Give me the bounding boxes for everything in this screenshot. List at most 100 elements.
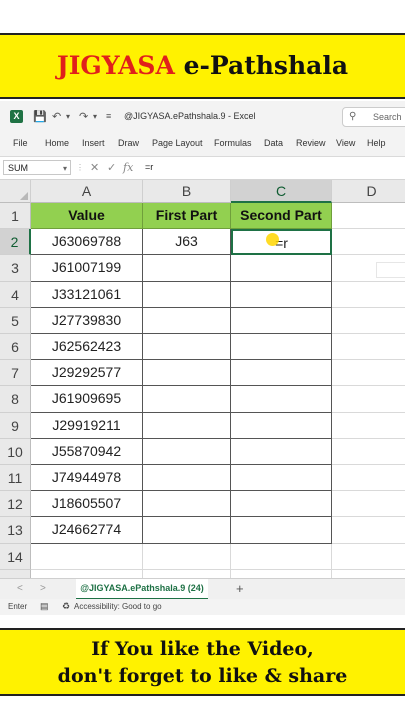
add-sheet-button[interactable]: + bbox=[236, 581, 244, 596]
cell-d3[interactable] bbox=[332, 255, 405, 282]
sheet-tab-active[interactable]: @JIGYASA.ePathshala.9 (24) bbox=[76, 579, 208, 600]
cell-d1[interactable] bbox=[332, 203, 405, 230]
cell-b10[interactable] bbox=[143, 438, 231, 465]
cell-a1[interactable]: Value bbox=[31, 203, 143, 230]
cell-a8[interactable]: J61909695 bbox=[31, 386, 143, 413]
row-header-13[interactable]: 13 bbox=[0, 517, 31, 544]
cell-b7[interactable] bbox=[143, 360, 231, 387]
cell-b2[interactable]: J63 bbox=[143, 229, 231, 256]
cell-c8[interactable] bbox=[231, 386, 332, 413]
cell-c5[interactable] bbox=[231, 307, 332, 334]
cell-d2[interactable] bbox=[332, 229, 405, 256]
customize-toolbar-icon[interactable]: ≡ bbox=[106, 111, 111, 121]
cell-c7[interactable] bbox=[231, 360, 332, 387]
cell-d7[interactable] bbox=[332, 360, 405, 387]
cell-a2[interactable]: J63069788 bbox=[31, 229, 143, 256]
accessibility-status[interactable]: Accessibility: Good to go bbox=[74, 602, 162, 611]
cell-d14[interactable] bbox=[332, 544, 405, 570]
tab-draw[interactable]: Draw bbox=[118, 138, 139, 148]
save-icon[interactable]: 💾 bbox=[33, 110, 47, 123]
row-header-6[interactable]: 6 bbox=[0, 334, 31, 361]
cell-b9[interactable] bbox=[143, 412, 231, 439]
cell-d8[interactable] bbox=[332, 386, 405, 413]
cell-a14[interactable] bbox=[31, 543, 143, 570]
select-all-corner[interactable] bbox=[0, 180, 31, 203]
insert-function-icon[interactable]: fx bbox=[123, 161, 133, 174]
cell-b1[interactable]: First Part bbox=[143, 203, 231, 230]
sheet-prev-icon[interactable]: < bbox=[17, 583, 23, 594]
tab-insert[interactable]: Insert bbox=[82, 138, 105, 148]
cancel-icon[interactable]: ✕ bbox=[90, 161, 99, 174]
cell-b13[interactable] bbox=[143, 517, 231, 544]
tab-data[interactable]: Data bbox=[264, 138, 283, 148]
cell-b4[interactable] bbox=[143, 281, 231, 308]
cell-d15[interactable] bbox=[332, 570, 405, 578]
row-header-4[interactable]: 4 bbox=[0, 281, 31, 308]
cell-b5[interactable] bbox=[143, 307, 231, 334]
undo-icon[interactable]: ↶ bbox=[52, 110, 61, 123]
row-header-8[interactable]: 8 bbox=[0, 386, 31, 413]
cell-c2[interactable]: =r bbox=[231, 229, 332, 256]
cell-a7[interactable]: J29292577 bbox=[31, 360, 143, 387]
cell-b6[interactable] bbox=[143, 334, 231, 361]
cell-c12[interactable] bbox=[231, 491, 332, 518]
cell-d12[interactable] bbox=[332, 491, 405, 518]
cell-d4[interactable] bbox=[332, 282, 405, 308]
cell-b8[interactable] bbox=[143, 386, 231, 413]
cell-a11[interactable]: J74944978 bbox=[31, 465, 143, 492]
tab-page-layout[interactable]: Page Layout bbox=[152, 138, 203, 148]
cell-c14[interactable] bbox=[231, 543, 332, 570]
cell-b11[interactable] bbox=[143, 465, 231, 492]
cell-a5[interactable]: J27739830 bbox=[31, 307, 143, 334]
row-header-2[interactable]: 2 bbox=[0, 229, 31, 256]
cell-a3[interactable]: J61007199 bbox=[31, 255, 143, 282]
cell-b15[interactable] bbox=[143, 569, 231, 578]
cell-a9[interactable]: J29919211 bbox=[31, 412, 143, 439]
row-header-12[interactable]: 12 bbox=[0, 491, 31, 518]
cell-c10[interactable] bbox=[231, 438, 332, 465]
cell-b3[interactable] bbox=[143, 255, 231, 282]
cell-a15[interactable] bbox=[31, 569, 143, 578]
redo-dropdown-icon[interactable]: ▾ bbox=[93, 112, 97, 121]
cell-a12[interactable]: J18605507 bbox=[31, 491, 143, 518]
tab-formulas[interactable]: Formulas bbox=[214, 138, 252, 148]
row-header-11[interactable]: 11 bbox=[0, 465, 31, 492]
column-header-d[interactable]: D bbox=[332, 180, 405, 203]
cell-c9[interactable] bbox=[231, 412, 332, 439]
search-box[interactable]: ⚲ Search bbox=[342, 107, 405, 127]
formula-input[interactable]: =r bbox=[145, 162, 153, 172]
row-header-7[interactable]: 7 bbox=[0, 360, 31, 387]
cell-b12[interactable] bbox=[143, 491, 231, 518]
tab-home[interactable]: Home bbox=[45, 138, 69, 148]
tab-file[interactable]: File bbox=[13, 138, 28, 148]
chevron-down-icon[interactable]: ▾ bbox=[63, 161, 67, 176]
redo-icon[interactable]: ↷ bbox=[79, 110, 88, 123]
row-header-10[interactable]: 10 bbox=[0, 438, 31, 465]
column-header-c[interactable]: C bbox=[231, 180, 332, 203]
cell-b14[interactable] bbox=[143, 543, 231, 570]
column-header-b[interactable]: B bbox=[143, 180, 231, 203]
column-header-a[interactable]: A bbox=[31, 180, 143, 203]
cell-d5[interactable] bbox=[332, 308, 405, 334]
row-header-15[interactable]: 15 bbox=[0, 569, 31, 578]
cell-a13[interactable]: J24662774 bbox=[31, 517, 143, 544]
row-header-5[interactable]: 5 bbox=[0, 307, 31, 334]
undo-dropdown-icon[interactable]: ▾ bbox=[66, 112, 70, 121]
cell-a10[interactable]: J55870942 bbox=[31, 438, 143, 465]
macro-record-icon[interactable]: ▤ bbox=[40, 601, 49, 612]
cell-c4[interactable] bbox=[231, 281, 332, 308]
cell-c3[interactable] bbox=[231, 255, 332, 282]
name-box[interactable]: SUM ▾ bbox=[3, 160, 71, 175]
row-header-9[interactable]: 9 bbox=[0, 412, 31, 439]
cell-d13[interactable] bbox=[332, 517, 405, 544]
tab-review[interactable]: Review bbox=[296, 138, 326, 148]
cell-d10[interactable] bbox=[332, 439, 405, 465]
tab-help[interactable]: Help bbox=[367, 138, 386, 148]
row-header-1[interactable]: 1 bbox=[0, 203, 31, 230]
row-header-3[interactable]: 3 bbox=[0, 255, 31, 282]
tab-view[interactable]: View bbox=[336, 138, 355, 148]
sheet-next-icon[interactable]: > bbox=[40, 583, 46, 594]
cell-d9[interactable] bbox=[332, 413, 405, 439]
enter-icon[interactable]: ✓ bbox=[107, 161, 116, 174]
cell-d11[interactable] bbox=[332, 465, 405, 492]
